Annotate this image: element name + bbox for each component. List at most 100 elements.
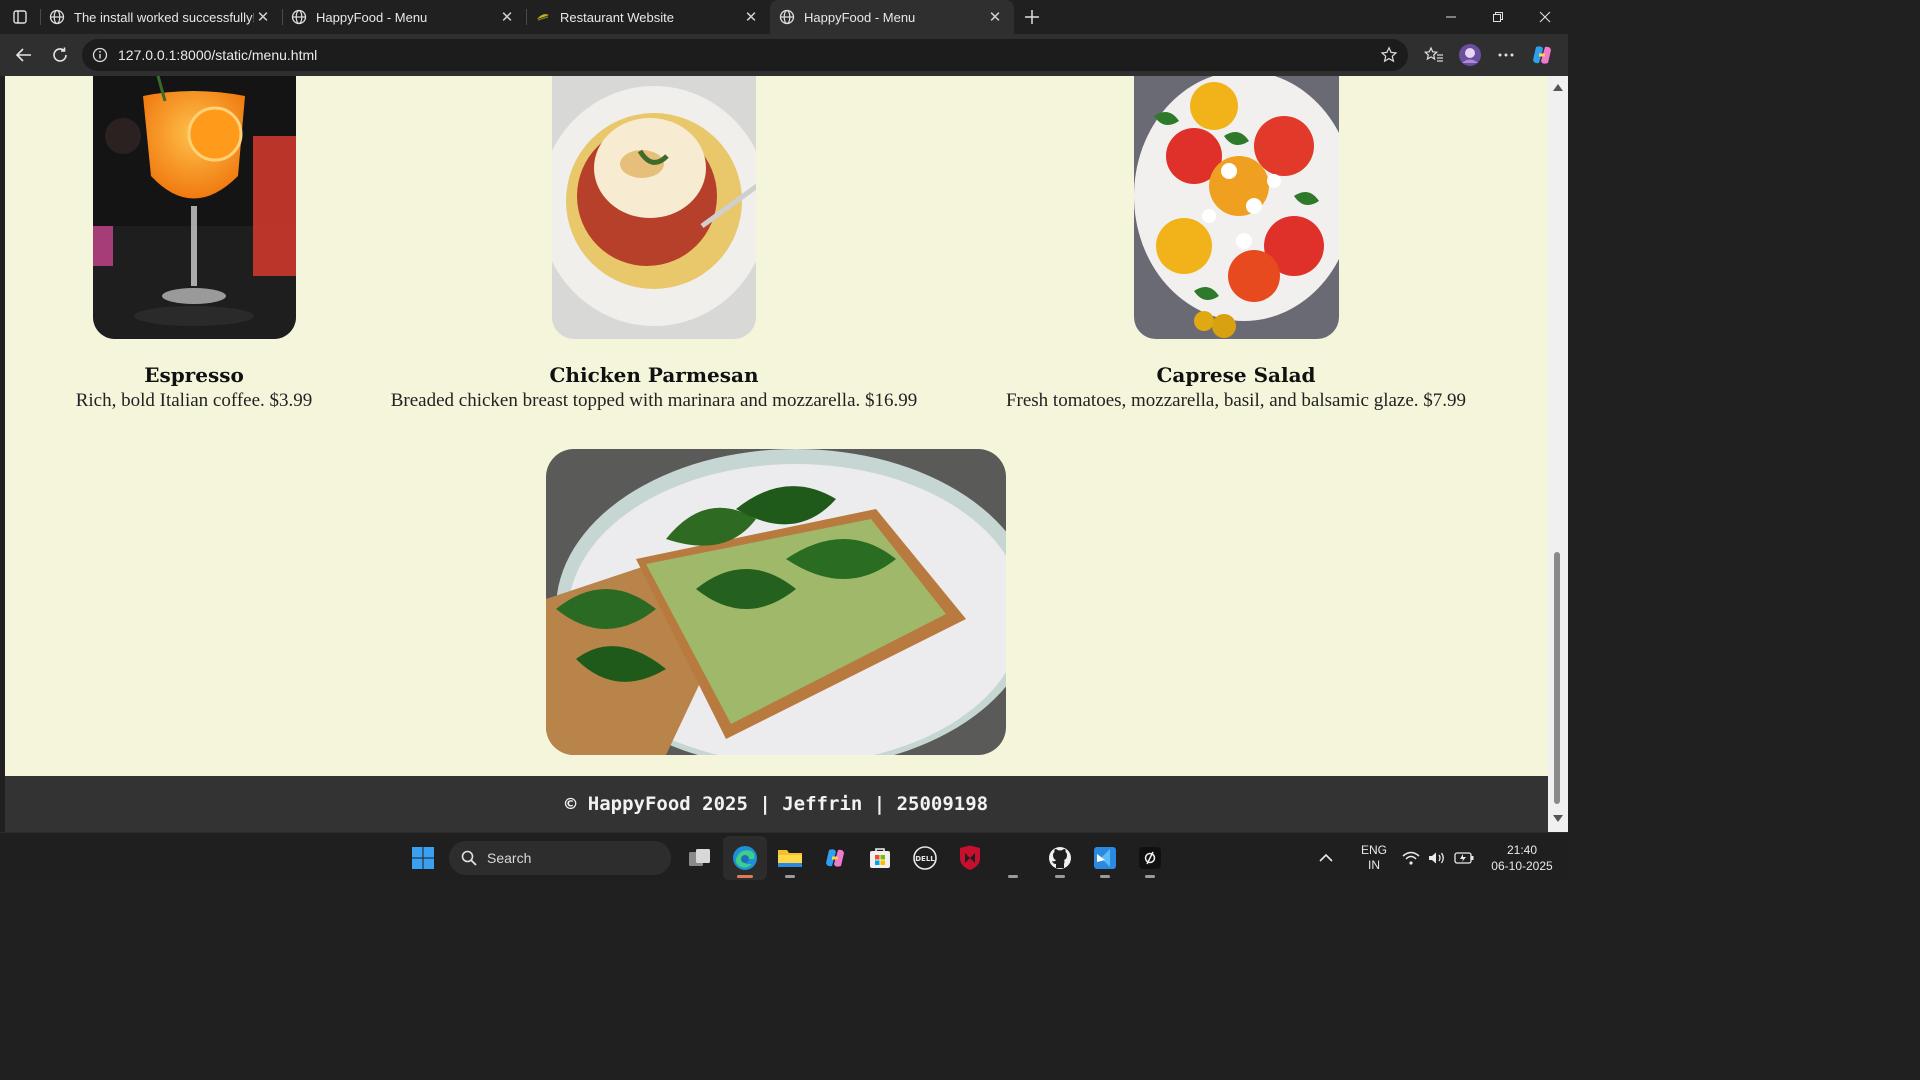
favorites-button[interactable] — [1416, 38, 1452, 72]
quick-settings-button[interactable] — [1402, 851, 1474, 865]
item-description-chicken-parmesan: Breaded chicken breast topped with marin… — [390, 390, 918, 411]
profile-avatar[interactable] — [1452, 38, 1488, 72]
favorite-star-icon[interactable] — [1380, 46, 1398, 64]
favorites-icon — [1424, 46, 1443, 62]
microsoft-store-button[interactable] — [858, 836, 902, 880]
search-placeholder: Search — [487, 850, 532, 866]
chevron-up-icon — [1319, 853, 1333, 862]
globe-icon — [778, 8, 796, 26]
dell-logo-icon: DELL — [912, 846, 937, 870]
task-view-button[interactable] — [678, 836, 722, 880]
page-footer: © HappyFood 2025 | Jeffrin | 25009198 — [5, 776, 1548, 832]
restaurant-favicon-icon — [534, 8, 552, 26]
more-options-button[interactable] — [1488, 38, 1524, 72]
system-tray: ENG IN 21:40 06-10-2025 — [1310, 833, 1568, 883]
github-desktop-button[interactable] — [1038, 836, 1082, 880]
avatar-icon — [1459, 44, 1481, 66]
language-indicator[interactable]: ENG IN — [1352, 843, 1396, 873]
tab-strip: The install worked successfully! C ✕ Hap… — [0, 0, 1568, 34]
window-controls — [1427, 0, 1568, 34]
cursor-app-icon — [1138, 847, 1161, 869]
espresso-photo — [93, 76, 296, 339]
github-icon — [1048, 847, 1071, 869]
refresh-button[interactable] — [44, 38, 76, 72]
scroll-up-arrow-icon[interactable] — [1553, 84, 1563, 91]
file-explorer-button[interactable] — [768, 836, 812, 880]
globe-icon — [290, 8, 308, 26]
minimize-icon — [1445, 16, 1456, 18]
tab-install[interactable]: The install worked successfully! C ✕ — [40, 0, 282, 34]
restore-icon — [1492, 12, 1503, 22]
footer-text: © HappyFood 2025 | Jeffrin | 25009198 — [564, 793, 989, 815]
edge-icon — [732, 846, 757, 870]
battery-charging-icon — [1454, 852, 1474, 864]
close-icon[interactable]: ✕ — [986, 8, 1004, 26]
edge-taskbar-button[interactable] — [722, 836, 767, 880]
search-icon — [461, 850, 477, 866]
restore-button[interactable] — [1474, 0, 1521, 34]
clock-date: 06-10-2025 — [1491, 859, 1553, 873]
volume-icon — [1429, 852, 1444, 864]
mcafee-shield-icon — [959, 845, 980, 870]
tab-restaurant-website[interactable]: Restaurant Website ✕ — [526, 0, 770, 34]
cursor-app-button[interactable] — [1128, 836, 1172, 880]
new-tab-button[interactable] — [1014, 0, 1050, 34]
tab-title: The install worked successfully! C — [74, 9, 254, 25]
show-hidden-icons-button[interactable] — [1310, 853, 1342, 863]
start-button[interactable] — [401, 836, 445, 880]
item-description-espresso: Rich, bold Italian coffee. $3.99 — [75, 390, 313, 411]
item-name-caprese-salad: Caprese Salad — [1156, 363, 1316, 387]
clock[interactable]: 21:40 06-10-2025 — [1484, 842, 1560, 874]
wifi-icon — [1402, 851, 1420, 865]
close-window-button[interactable] — [1521, 0, 1568, 34]
terminal-button[interactable] — [993, 836, 1037, 880]
copilot-app-button[interactable] — [813, 836, 857, 880]
vscode-button[interactable] — [1083, 836, 1127, 880]
tab-title: HappyFood - Menu — [316, 9, 428, 25]
item-description-caprese-salad: Fresh tomatoes, mozzarella, basil, and b… — [1005, 390, 1467, 411]
clock-time: 21:40 — [1506, 843, 1538, 857]
dell-app-button[interactable]: DELL — [903, 836, 947, 880]
tab-actions-button[interactable] — [0, 0, 40, 34]
navigation-bar: 127.0.0.1:8000/static/menu.html — [0, 34, 1568, 76]
chicken-parmesan-photo — [552, 76, 756, 339]
mcafee-button[interactable] — [948, 836, 992, 880]
svg-text:DELL: DELL — [915, 855, 935, 863]
tab-title: Restaurant Website — [560, 9, 674, 25]
copilot-button[interactable] — [1524, 38, 1560, 72]
task-view-icon — [688, 849, 710, 866]
language-code: ENG — [1360, 843, 1387, 857]
back-arrow-icon — [15, 48, 31, 62]
scroll-down-arrow-icon[interactable] — [1553, 815, 1563, 822]
tab-title: HappyFood - Menu — [804, 9, 916, 25]
site-info-icon[interactable] — [92, 47, 108, 63]
tab-menu[interactable]: HappyFood - Menu ✕ — [282, 0, 526, 34]
copilot-icon — [825, 849, 844, 867]
item-name-chicken-parmesan: Chicken Parmesan — [549, 363, 759, 387]
url-text[interactable]: 127.0.0.1:8000/static/menu.html — [118, 47, 1380, 63]
item-name-espresso: Espresso — [144, 363, 244, 387]
taskbar-search[interactable]: Search — [449, 841, 671, 875]
plus-icon — [1025, 10, 1039, 24]
close-icon[interactable]: ✕ — [498, 8, 516, 26]
tab-menu-active[interactable]: HappyFood - Menu ✕ — [770, 0, 1014, 34]
page-scrollbar[interactable] — [1548, 76, 1568, 832]
address-bar[interactable]: 127.0.0.1:8000/static/menu.html — [82, 39, 1408, 71]
refresh-icon — [53, 47, 67, 62]
store-icon — [869, 848, 890, 868]
close-icon[interactable]: ✕ — [742, 8, 760, 26]
caprese-salad-photo — [1134, 76, 1339, 339]
back-button[interactable] — [8, 38, 40, 72]
avocado-toast-photo — [546, 449, 1006, 755]
scrollbar-thumb[interactable] — [1554, 552, 1560, 804]
ellipsis-icon — [1498, 53, 1514, 57]
globe-icon — [48, 8, 66, 26]
windows-logo-icon — [411, 847, 434, 869]
vscode-icon — [1093, 847, 1116, 869]
folder-icon — [777, 850, 802, 867]
page-content: Espresso Rich, bold Italian coffee. $3.9… — [5, 76, 1548, 832]
close-icon — [1539, 11, 1550, 23]
windows-taskbar: Search DELL ENG IN 21:40 06-10-2025 — [0, 832, 1568, 882]
minimize-button[interactable] — [1427, 0, 1474, 34]
close-icon[interactable]: ✕ — [254, 8, 272, 26]
